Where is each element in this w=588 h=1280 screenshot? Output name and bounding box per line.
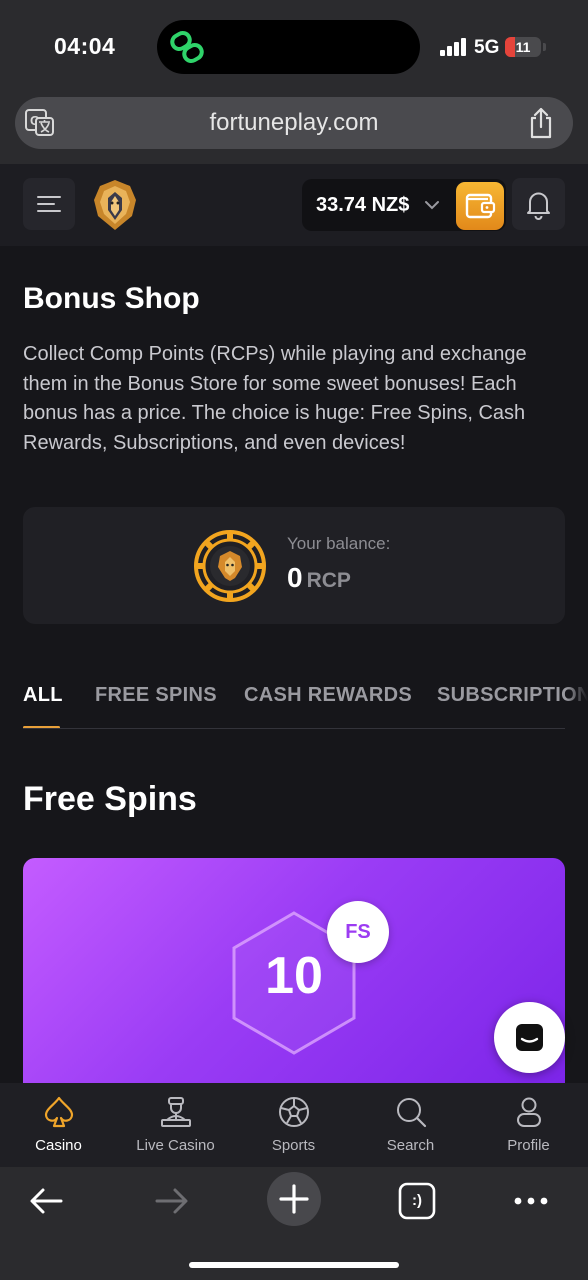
- nav-label: Search: [386, 1137, 435, 1154]
- battery-level: 11: [515, 39, 531, 55]
- tab-free-spins[interactable]: FREE SPINS: [95, 684, 217, 707]
- menu-button[interactable]: [23, 178, 75, 230]
- tab-cash-rewards[interactable]: CASH REWARDS: [244, 684, 412, 707]
- tabs-button[interactable]: :): [397, 1181, 437, 1221]
- balance-label: Your balance:: [287, 534, 391, 553]
- bottom-nav: Casino Live Casino Sports Search Profile: [0, 1083, 588, 1167]
- more-dots-icon[interactable]: [511, 1181, 551, 1221]
- battery-icon: 11: [505, 37, 541, 57]
- plus-icon: [279, 1184, 309, 1214]
- browser-toolbar: :): [0, 1167, 588, 1280]
- fs-badge: FS: [327, 901, 389, 963]
- tabs-divider: [23, 728, 565, 729]
- share-icon[interactable]: [527, 107, 555, 139]
- status-bar: 04:04 5G 11: [0, 0, 588, 96]
- site-header: 33.74 NZ$: [0, 164, 588, 246]
- chat-button[interactable]: [494, 1002, 565, 1073]
- balance-amount: 0 RCP: [287, 562, 351, 594]
- browser-address-area: G fortuneplay.com: [0, 96, 588, 164]
- home-indicator: [189, 1262, 399, 1268]
- soccer-ball-icon: [279, 1097, 309, 1127]
- nav-label: Casino: [35, 1137, 82, 1154]
- tab-all[interactable]: ALL: [23, 684, 63, 707]
- signal-icon: [440, 38, 468, 56]
- nav-search[interactable]: Search: [352, 1083, 469, 1167]
- nav-live-casino[interactable]: Live Casino: [117, 1083, 234, 1167]
- url-text[interactable]: fortuneplay.com: [15, 97, 573, 149]
- wallet-icon: [465, 193, 496, 219]
- dealer-icon: [161, 1097, 191, 1127]
- profile-icon: [517, 1097, 541, 1127]
- chevron-down-icon: [425, 201, 439, 210]
- nav-profile[interactable]: Profile: [470, 1083, 587, 1167]
- battery-cap: [543, 43, 546, 51]
- section-title: Free Spins: [23, 780, 197, 818]
- link-icon: [170, 31, 204, 63]
- balance-value: 33.74 NZ$: [316, 194, 410, 216]
- notifications-button[interactable]: [512, 178, 565, 230]
- chat-icon: [516, 1024, 543, 1051]
- balance-amount-value: 0: [287, 562, 303, 593]
- new-tab-button[interactable]: [267, 1172, 321, 1226]
- nav-label: Live Casino: [136, 1137, 215, 1154]
- spade-icon: [44, 1096, 74, 1128]
- lion-logo[interactable]: [92, 178, 138, 232]
- tabs-fade: [566, 668, 588, 730]
- nav-sports[interactable]: Sports: [235, 1083, 352, 1167]
- free-spins-card[interactable]: 10 FS: [23, 858, 565, 1098]
- dynamic-island: [157, 20, 420, 74]
- nav-label: Sports: [271, 1137, 316, 1154]
- rcp-balance-card: Your balance: 0 RCP: [23, 507, 565, 624]
- tabs-icon-text: :): [412, 1192, 422, 1209]
- nav-casino[interactable]: Casino: [0, 1083, 117, 1167]
- nav-label: Profile: [507, 1137, 550, 1154]
- wallet-button[interactable]: [456, 182, 504, 230]
- rcp-coin-icon: [194, 530, 266, 602]
- balance-unit: RCP: [306, 569, 351, 592]
- back-arrow-icon[interactable]: [27, 1181, 67, 1221]
- bell-icon: [527, 192, 550, 220]
- search-icon: [397, 1098, 427, 1128]
- category-tabs: ALL FREE SPINS CASH REWARDS SUBSCRIPTION…: [0, 668, 588, 730]
- status-time: 04:04: [54, 33, 116, 59]
- network-type: 5G: [474, 37, 500, 58]
- menu-icon: [37, 196, 61, 198]
- page-title: Bonus Shop: [23, 282, 200, 315]
- page-description: Collect Comp Points (RCPs) while playing…: [23, 343, 527, 454]
- forward-arrow-icon[interactable]: [151, 1181, 191, 1221]
- address-bar[interactable]: G fortuneplay.com: [15, 97, 573, 149]
